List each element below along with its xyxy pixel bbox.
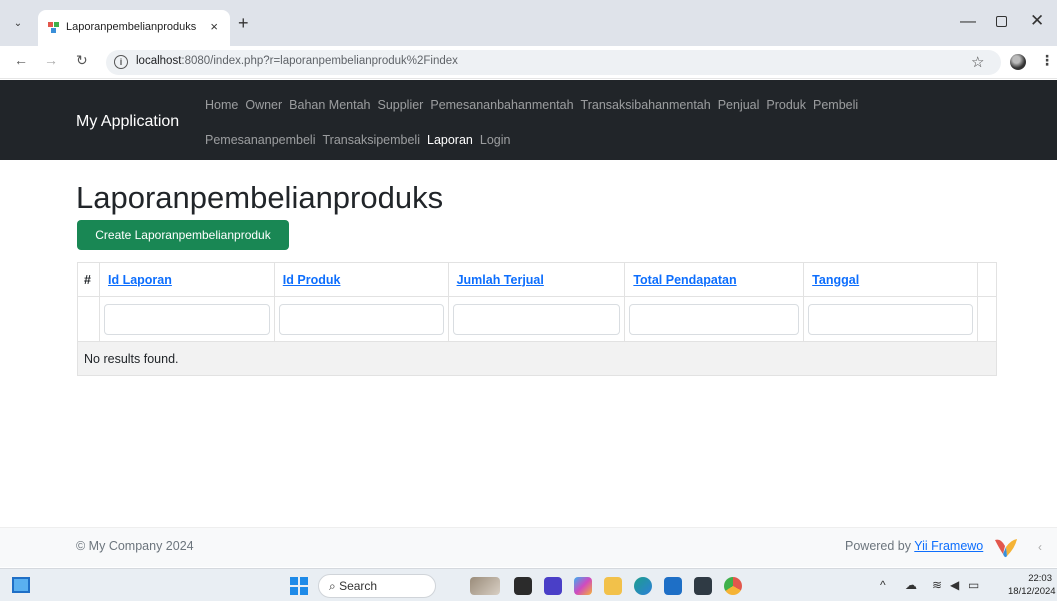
column-header-tanggal[interactable]: Tanggal	[803, 262, 978, 297]
nav-link-transaksibahanmentah[interactable]: Transaksibahanmentah	[581, 98, 711, 112]
filter-tanggal-input[interactable]	[808, 303, 973, 335]
chrome-icon[interactable]	[724, 577, 742, 595]
browser-menu-icon[interactable]: ⋮	[1040, 52, 1054, 69]
grid-filter-row	[77, 296, 998, 342]
new-tab-icon[interactable]: +	[238, 13, 249, 34]
back-icon[interactable]: ←	[14, 52, 28, 68]
tab-list-dropdown-icon[interactable]: ⌄	[8, 14, 28, 34]
animal-widget-icon[interactable]	[470, 577, 500, 595]
scroll-left-icon[interactable]: ‹	[1038, 540, 1042, 554]
volume-icon[interactable]: ◀	[950, 578, 959, 592]
nav-link-owner[interactable]: Owner	[245, 98, 282, 112]
filter-cell	[624, 296, 805, 342]
filter-id-laporan-input[interactable]	[103, 303, 270, 335]
battery-icon[interactable]: ▭	[968, 578, 979, 592]
taskbar-clock[interactable]: 22:03 18/12/2024	[1008, 572, 1056, 598]
footer-copyright: © My Company 2024	[76, 539, 194, 553]
tab-title: Laporanpembelianproduks	[66, 21, 197, 33]
nav-row-2: Pemesananpembeli Transaksipembeli Laporan L…	[205, 133, 510, 147]
edge-icon[interactable]	[634, 577, 652, 595]
terminal-icon[interactable]	[694, 577, 712, 595]
visual-studio-icon[interactable]	[544, 577, 562, 595]
profile-avatar-icon[interactable]	[1010, 54, 1026, 70]
nav-link-produk[interactable]: Produk	[766, 98, 806, 112]
browser-toolbar: ← → ↻ i localhost:8080/index.php?r=lapor…	[0, 46, 1057, 79]
reload-icon[interactable]: ↻	[76, 52, 88, 69]
filter-cell	[98, 296, 275, 342]
footer-powered-by: Powered by Yii Framewo	[845, 539, 984, 553]
nav-link-laporan[interactable]: Laporan	[427, 133, 473, 147]
nav-link-pemesananbahanmentah[interactable]: Pemesananbahanmentah	[430, 98, 573, 112]
filter-cell	[803, 296, 978, 342]
nav-link-bahan-mentah[interactable]: Bahan Mentah	[289, 98, 370, 112]
column-header-serial: #	[77, 262, 100, 297]
nav-link-transaksipembeli[interactable]: Transaksipembeli	[323, 133, 421, 147]
address-bar[interactable]: i localhost:8080/index.php?r=laporanpemb…	[106, 50, 1001, 75]
bookmark-star-icon[interactable]: ☆	[971, 53, 984, 71]
forward-icon[interactable]: →	[44, 52, 58, 68]
yii-logo-icon	[995, 539, 1017, 558]
tab-close-icon[interactable]: ×	[210, 19, 218, 34]
nav-link-login[interactable]: Login	[480, 133, 511, 147]
column-header-jumlah-terjual[interactable]: Jumlah Terjual	[447, 262, 626, 297]
url-text: localhost:8080/index.php?r=laporanpembel…	[136, 55, 458, 67]
brand-link[interactable]: My Application	[76, 113, 179, 131]
widgets-icon[interactable]	[12, 577, 30, 593]
task-view-icon[interactable]	[514, 577, 532, 595]
column-header-id-laporan[interactable]: Id Laporan	[98, 262, 275, 297]
column-header-actions	[976, 262, 998, 297]
filter-cell-actions	[976, 296, 998, 342]
filter-cell	[273, 296, 449, 342]
filter-total-pendapatan-input[interactable]	[629, 303, 800, 335]
store-icon[interactable]	[664, 577, 682, 595]
site-info-icon[interactable]: i	[114, 55, 128, 69]
wifi-icon[interactable]: ≋	[932, 578, 942, 592]
nav-link-supplier[interactable]: Supplier	[377, 98, 423, 112]
window-restore-icon[interactable]	[996, 16, 1007, 27]
nav-link-home[interactable]: Home	[205, 98, 238, 112]
filter-cell	[447, 296, 626, 342]
yii-favicon-icon	[48, 22, 60, 34]
page-footer: © My Company 2024 Powered by Yii Framewo…	[0, 527, 1057, 567]
taskbar-search[interactable]: ⌕ Search	[318, 574, 436, 598]
grid-header-row: # Id Laporan Id Produk Jumlah Terjual To…	[77, 262, 998, 297]
start-icon[interactable]	[290, 577, 308, 595]
tray-overflow-icon[interactable]: ^	[880, 578, 886, 592]
tray-cloud-icon[interactable]: ☁	[905, 578, 917, 592]
nav-link-pemesananpembeli[interactable]: Pemesananpembeli	[205, 133, 316, 147]
nav-link-pembeli[interactable]: Pembeli	[813, 98, 858, 112]
filter-jumlah-terjual-input[interactable]	[452, 303, 621, 335]
yii-framework-link[interactable]: Yii Framewo	[914, 539, 983, 553]
data-grid: # Id Laporan Id Produk Jumlah Terjual To…	[77, 262, 998, 376]
empty-message: No results found.	[77, 341, 997, 376]
create-button[interactable]: Create Laporanpembelianproduk	[77, 220, 289, 250]
file-explorer-icon[interactable]	[604, 577, 622, 595]
window-close-icon[interactable]: ✕	[1030, 11, 1044, 31]
nav-row-1: Home Owner Bahan Mentah Supplier Pemesananba…	[205, 98, 858, 112]
filter-id-produk-input[interactable]	[278, 303, 444, 335]
app-navbar: My Application Home Owner Bahan Mentah Supp…	[0, 80, 1057, 160]
copilot-icon[interactable]	[574, 577, 592, 595]
filter-cell-serial	[77, 296, 100, 342]
window-minimize-icon[interactable]: —	[960, 13, 976, 31]
column-header-total-pendapatan[interactable]: Total Pendapatan	[624, 262, 805, 297]
browser-tab[interactable]: Laporanpembelianproduks ×	[38, 10, 230, 46]
os-taskbar: ⌕ Search ^ ☁ ≋ ◀ ▭ 22:03 18/12/2024	[0, 568, 1057, 601]
browser-tabstrip: ⌄ Laporanpembelianproduks × + — ✕	[0, 0, 1057, 46]
page-title: Laporanpembelianproduks	[76, 180, 444, 215]
column-header-id-produk[interactable]: Id Produk	[273, 262, 449, 297]
nav-link-penjual[interactable]: Penjual	[718, 98, 760, 112]
grid-empty-row: No results found.	[77, 341, 997, 376]
